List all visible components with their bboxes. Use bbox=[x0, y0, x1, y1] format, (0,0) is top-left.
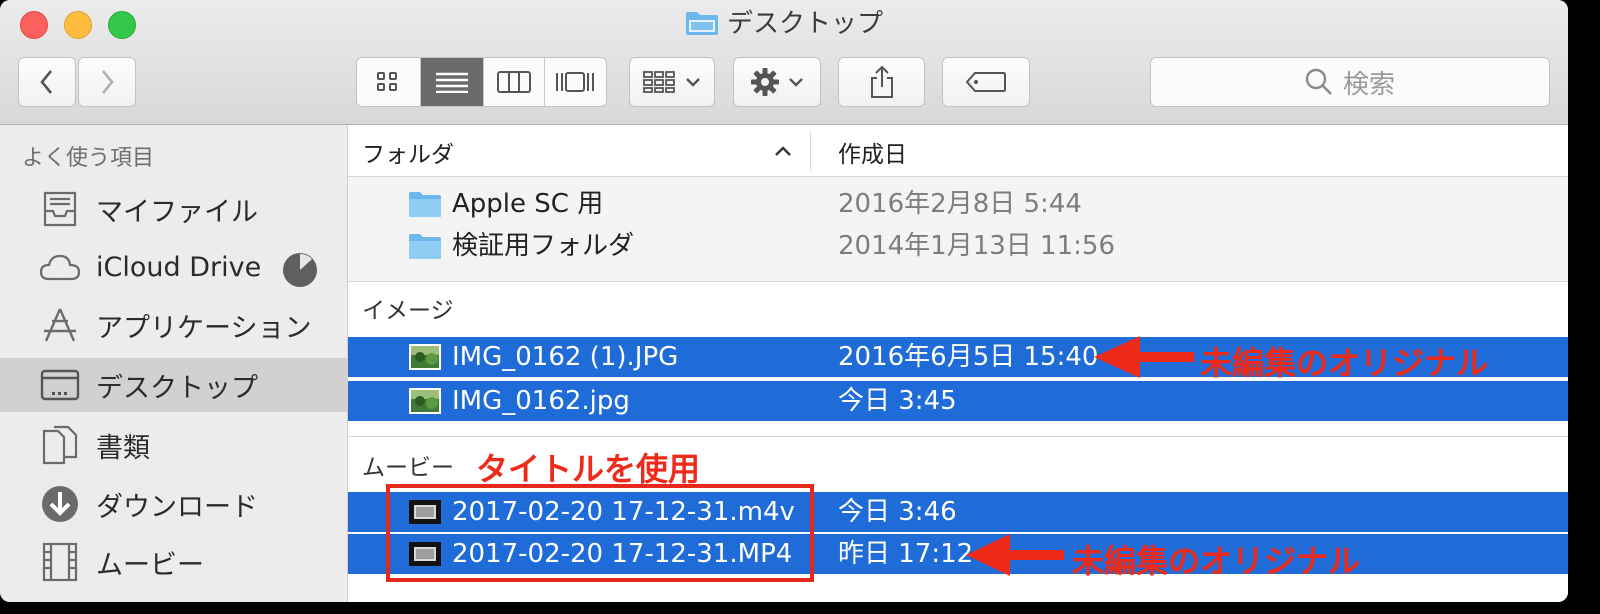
arrow-icon bbox=[966, 534, 1064, 576]
arrow-icon bbox=[1094, 336, 1194, 378]
highlight-box bbox=[386, 484, 814, 582]
annotation-movie-original: 未編集のオリジナル bbox=[1072, 542, 1361, 580]
finder-window: デスクトップ 検索 よく使う項目 マイファイル iCloud Drive アプリ… bbox=[0, 0, 1568, 602]
annotation-image-original: 未編集のオリジナル bbox=[1200, 344, 1489, 382]
annotation-movie-title: タイトルを使用 bbox=[476, 450, 701, 488]
